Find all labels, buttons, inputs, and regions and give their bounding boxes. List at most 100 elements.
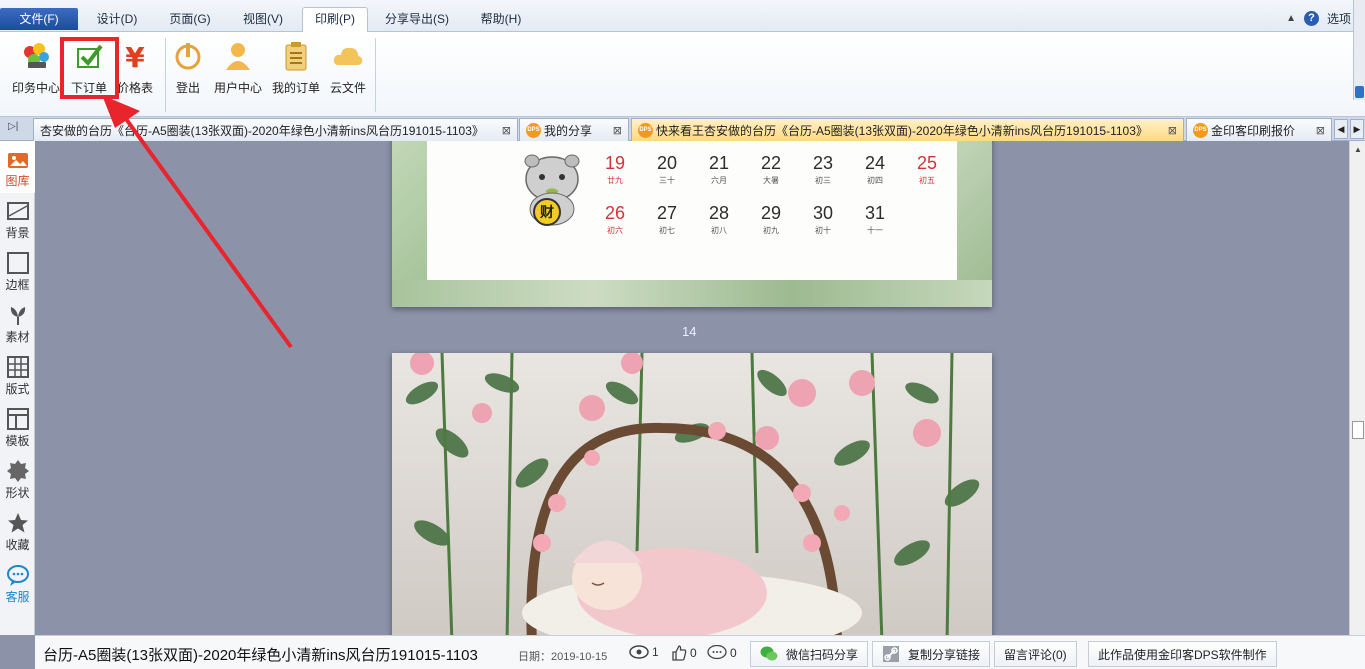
help-icon[interactable]: ? <box>1303 10 1319 26</box>
leave-comment-button[interactable]: 留言评论(0) <box>994 641 1077 667</box>
tab-scroll-left-icon[interactable]: ◀ <box>1334 119 1348 139</box>
border-icon <box>6 252 29 274</box>
cloud-icon <box>333 47 363 65</box>
tab-label: 金印客印刷报价 <box>1211 123 1296 138</box>
user-icon <box>226 43 250 70</box>
sidebar-label: 边框 <box>5 278 30 292</box>
tab-calendar-active[interactable]: DPS 快来看王杏安做的台历《台历-A5圈装(13张双面)-2020年绿色小清新… <box>631 118 1184 141</box>
grid-layout-icon <box>6 356 29 378</box>
tab-price-quote[interactable]: DPS 金印客印刷报价 ⊠ <box>1186 118 1332 141</box>
tab-calendar-1[interactable]: 杏安做的台历《台历-A5圈装(13张双面)-2020年绿色小清新ins风台历19… <box>33 118 518 141</box>
dps-logo-icon: DPS <box>526 122 541 138</box>
scroll-thumb[interactable] <box>1352 421 1364 439</box>
calendar-day: 28 初八 <box>699 203 739 236</box>
menu-print[interactable]: 印刷(P) <box>302 7 368 32</box>
sidebar-item-template[interactable]: 模板 <box>0 401 35 453</box>
close-icon[interactable]: ⊠ <box>605 124 622 137</box>
eye-icon <box>629 645 649 659</box>
svg-text:¥: ¥ <box>125 41 145 72</box>
calendar-lunar-date: 初五 <box>919 176 935 185</box>
calendar-day-number: 20 <box>656 153 678 173</box>
gallery-icon <box>7 153 28 168</box>
wechat-icon <box>760 646 778 661</box>
collapse-panel-icon[interactable]: ▷| <box>8 121 18 132</box>
logout-button[interactable]: 登出 <box>161 38 215 100</box>
comments-counter[interactable]: 0 <box>707 645 737 661</box>
calendar-day-number: 29 <box>760 203 782 223</box>
menu-page[interactable]: 页面(G) <box>158 8 222 30</box>
calendar-day: 23 初三 <box>803 153 843 186</box>
link-icon <box>883 646 899 662</box>
user-center-button[interactable]: 用户中心 <box>211 38 265 100</box>
print-center-button[interactable]: 印务中心 <box>9 38 63 100</box>
tab-my-share[interactable]: DPS 我的分享 ⊠ <box>519 118 629 141</box>
calendar-day-number: 28 <box>708 203 730 223</box>
baby-photo <box>392 353 992 635</box>
menu-help[interactable]: 帮助(H) <box>470 8 532 30</box>
menu-share-export[interactable]: 分享导出(S) <box>377 8 457 30</box>
thumbs-up-icon <box>672 645 687 661</box>
sidebar-item-shape[interactable]: 形状 <box>0 453 35 505</box>
tab-label: 杏安做的台历《台历-A5圈装(13张双面)-2020年绿色小清新ins风台历19… <box>40 123 484 138</box>
vertical-scrollbar[interactable]: ▲ <box>1349 141 1365 635</box>
template-icon <box>6 408 29 430</box>
menu-view[interactable]: 视图(V) <box>231 8 295 30</box>
wechat-share-button[interactable]: 微信扫码分享 <box>750 641 869 667</box>
sidebar-item-favorites[interactable]: 收藏 <box>0 505 35 557</box>
sidebar-item-border[interactable]: 边框 <box>0 245 35 297</box>
menu-bar: 文件(F) 设计(D) 页面(G) 视图(V) 印刷(P) 分享导出(S) 帮助… <box>0 0 1365 32</box>
calendar-page[interactable]: 财 19 廿九 20 三十 21 六月 22 大暑 23 初三 24 初四 25 初五 26 初六 27 初七 28… <box>392 141 992 307</box>
cloud-files-label: 云文件 <box>329 81 366 95</box>
shape-icon <box>6 460 29 482</box>
menu-design[interactable]: 设计(D) <box>85 8 149 30</box>
ribbon-toolbar: 印务中心 下订单 ¥ 价格表 登出 用户中心 我的订单 云文件 <box>0 32 1365 117</box>
my-orders-button[interactable]: 我的订单 <box>269 38 323 100</box>
chevron-up-icon[interactable]: ▲ <box>1286 13 1296 24</box>
calendar-day: 21 六月 <box>699 153 739 186</box>
calendar-day: 31 十一 <box>855 203 895 236</box>
power-icon <box>175 43 201 70</box>
editor-canvas[interactable]: 财 19 廿九 20 三十 21 六月 22 大暑 23 初三 24 初四 25 初五 26 初六 27 初七 28… <box>35 141 1349 635</box>
calendar-panel: 财 19 廿九 20 三十 21 六月 22 大暑 23 初三 24 初四 25 初五 26 初六 27 初七 28… <box>427 141 957 281</box>
calendar-lunar-date: 初七 <box>659 226 675 235</box>
print-center-label: 印务中心 <box>11 81 60 95</box>
calendar-lunar-date: 六月 <box>711 176 727 185</box>
baby-photo-page[interactable] <box>392 353 992 635</box>
sidebar-item-background[interactable]: 背景 <box>0 193 35 245</box>
sidebar-label: 版式 <box>5 382 30 396</box>
scroll-up-icon[interactable]: ▲ <box>1352 144 1364 156</box>
flower-icon <box>10 307 25 325</box>
zoom-slider[interactable] <box>1353 0 1365 100</box>
calendar-lunar-date: 初九 <box>763 226 779 235</box>
tab-scroll-right-icon[interactable]: ▶ <box>1350 119 1364 139</box>
sidebar-item-customer-service[interactable]: 客服 <box>0 557 35 609</box>
cloud-files-button[interactable]: 云文件 <box>321 38 375 100</box>
sidebar-item-material[interactable]: 素材 <box>0 297 35 349</box>
made-with-dps-button[interactable]: 此作品使用金印客DPS软件制作 <box>1088 641 1277 667</box>
comment-icon <box>707 645 727 660</box>
calendar-day: 29 初九 <box>751 203 791 236</box>
calendar-lunar-date: 初四 <box>867 176 883 185</box>
calendar-day-number: 23 <box>812 153 834 173</box>
menu-right-controls: ▲ ? 选项 <box>1286 8 1351 28</box>
leaf-band <box>392 280 992 307</box>
yen-icon: ¥ <box>125 41 145 72</box>
close-icon[interactable]: ⊠ <box>1308 124 1325 137</box>
calendar-lunar-date: 初六 <box>607 226 623 235</box>
sidebar-label: 背景 <box>5 226 30 240</box>
chat-bubble-icon <box>6 565 29 586</box>
copy-link-button[interactable]: 复制分享链接 <box>872 641 991 667</box>
sidebar-label: 收藏 <box>5 538 30 552</box>
document-title: 台历-A5圈装(13张双面)-2020年绿色小清新ins风台历191015-11… <box>43 647 478 664</box>
options-button[interactable]: 选项 <box>1327 10 1351 27</box>
zoom-slider-knob[interactable] <box>1355 86 1364 98</box>
close-icon[interactable]: ⊠ <box>494 124 511 137</box>
sidebar-item-layout[interactable]: 版式 <box>0 349 35 401</box>
copy-link-label: 复制分享链接 <box>908 647 981 662</box>
sidebar-label: 客服 <box>5 590 30 604</box>
menu-file[interactable]: 文件(F) <box>0 8 78 30</box>
views-count: 1 <box>652 645 659 659</box>
close-icon[interactable]: ⊠ <box>1160 124 1177 137</box>
sidebar-item-gallery[interactable]: 图库 <box>0 141 35 193</box>
likes-counter[interactable]: 0 <box>671 645 697 661</box>
